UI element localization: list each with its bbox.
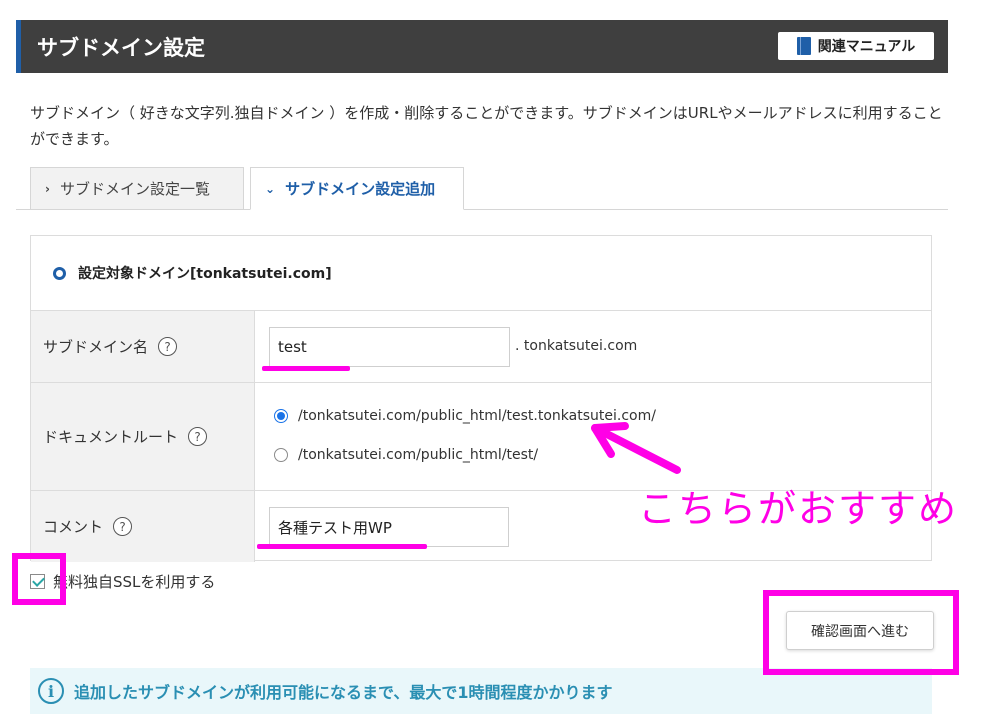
page-header: サブドメイン設定 関連マニュアル [16, 20, 948, 73]
page-title: サブドメイン設定 [37, 36, 205, 60]
ssl-label: 無料独自SSLを利用する [53, 573, 216, 591]
related-manual-label: 関連マニュアル [817, 39, 916, 55]
info-text: 追加したサブドメインが利用可能になるまで、最大で1時間程度かかります [74, 683, 613, 702]
document-root-label: ドキュメントルート [43, 428, 179, 446]
tab-divider [16, 209, 948, 210]
help-icon[interactable]: ? [188, 427, 208, 446]
docroot-option-label: /tonkatsutei.com/public_html/test/ [298, 447, 539, 463]
tab-subdomain-add[interactable]: ⌄ サブドメイン設定追加 [250, 167, 464, 210]
help-icon[interactable]: ? [113, 517, 133, 536]
annotation-box-confirm-button [763, 590, 959, 675]
annotation-underline-comment [257, 544, 427, 549]
row-document-root: ドキュメントルート ? /tonkatsutei.com/public_html… [31, 382, 931, 490]
target-domain-title: 設定対象ドメイン[tonkatsutei.com] [78, 266, 332, 282]
comment-label: コメント [43, 518, 104, 536]
chevron-right-icon: › [45, 181, 50, 196]
radio-selected[interactable] [274, 409, 288, 423]
tab-subdomain-list[interactable]: › サブドメイン設定一覧 [30, 167, 244, 210]
annotation-recommend-text: こちらがおすすめ [638, 487, 959, 531]
help-icon[interactable]: ? [158, 337, 178, 356]
annotation-box-ssl-checkbox [12, 553, 66, 605]
radio-unselected[interactable] [274, 448, 288, 462]
document-root-label-cell: ドキュメントルート ? [31, 383, 255, 490]
circle-bullet-icon [53, 266, 66, 280]
annotation-arrow-icon [591, 422, 681, 474]
subdomain-name-label: サブドメイン名 [43, 338, 149, 356]
comment-label-cell: コメント ? [31, 491, 255, 562]
page-description: サブドメイン（ 好きな文字列.独自ドメイン ）を作成・削除することができます。サ… [30, 104, 943, 148]
domain-suffix: . tonkatsutei.com [515, 338, 638, 354]
book-icon [796, 37, 811, 55]
subdomain-name-label-cell: サブドメイン名 ? [31, 311, 255, 382]
info-icon: i [38, 678, 64, 704]
subdomain-input[interactable] [269, 327, 510, 367]
docroot-option-subfolder[interactable]: /tonkatsutei.com/public_html/test/ [274, 447, 538, 463]
annotation-underline-subdomain [262, 366, 350, 371]
related-manual-button[interactable]: 関連マニュアル [778, 32, 934, 60]
tab-label: サブドメイン設定追加 [285, 180, 436, 198]
tab-label: サブドメイン設定一覧 [59, 180, 210, 198]
panel-heading: 設定対象ドメイン[tonkatsutei.com] [53, 263, 332, 283]
comment-input[interactable] [269, 507, 509, 547]
row-subdomain-name: サブドメイン名 ? . tonkatsutei.com [31, 310, 931, 382]
chevron-down-icon: ⌄ [265, 181, 276, 196]
